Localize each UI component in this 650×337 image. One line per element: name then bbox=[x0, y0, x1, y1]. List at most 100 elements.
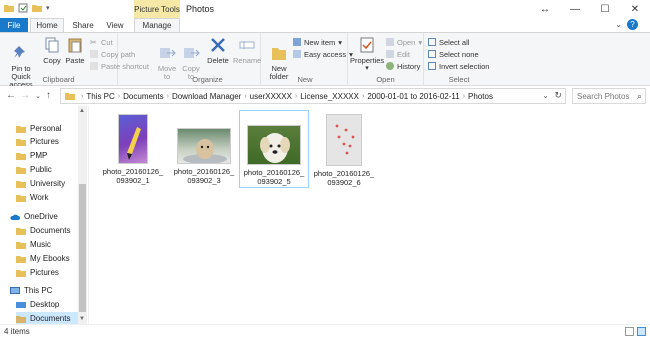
paste-button[interactable]: Paste bbox=[63, 37, 87, 65]
nav-item-onedrive[interactable]: OneDrive bbox=[10, 210, 58, 223]
nav-item-onedrive-music[interactable]: Music bbox=[16, 238, 51, 251]
file-item[interactable]: photo_20160126_ 093902_6 bbox=[309, 110, 379, 188]
nav-item-pmp[interactable]: PMP bbox=[16, 149, 47, 162]
nav-item-personal[interactable]: Personal bbox=[16, 122, 62, 135]
quick-access-toolbar: ▾ bbox=[4, 3, 50, 13]
nav-item-onedrive-pictures[interactable]: Pictures bbox=[16, 266, 59, 279]
breadcrumb-separator[interactable]: › bbox=[463, 93, 465, 100]
nav-item-onedrive-documents[interactable]: Documents bbox=[16, 224, 70, 237]
edit-button[interactable]: Edit bbox=[386, 49, 410, 59]
new-item-button[interactable]: New item ▾ bbox=[293, 37, 342, 47]
paste-shortcut-icon bbox=[90, 62, 98, 70]
file-list: photo_20160126_ 093902_1 photo_20160126_… bbox=[89, 106, 650, 324]
minimize-button[interactable]: — bbox=[560, 0, 590, 18]
help-icon[interactable]: ? bbox=[627, 19, 638, 30]
delete-button[interactable]: Delete bbox=[205, 37, 231, 65]
breadcrumb-separator[interactable]: › bbox=[167, 93, 169, 100]
tab-share[interactable]: Share bbox=[66, 18, 100, 32]
nav-item-desktop[interactable]: Desktop bbox=[16, 298, 59, 311]
folder-icon bbox=[16, 138, 26, 146]
breadcrumb-license[interactable]: License_XXXXX bbox=[300, 92, 359, 101]
scroll-down-icon[interactable]: ▼ bbox=[79, 316, 85, 322]
desktop-icon bbox=[16, 301, 26, 308]
breadcrumb-download-manager[interactable]: Download Manager bbox=[172, 92, 241, 101]
image-thumbnail bbox=[247, 125, 301, 165]
image-thumbnail bbox=[177, 128, 231, 164]
refresh-icon[interactable]: ↻ bbox=[554, 90, 562, 101]
details-view-icon[interactable] bbox=[625, 327, 634, 336]
easy-access-button[interactable]: Easy access ▾ bbox=[293, 49, 353, 59]
folder-icon bbox=[16, 180, 26, 188]
large-icons-view-icon[interactable] bbox=[637, 327, 646, 336]
organize-group-label: Organize bbox=[192, 75, 223, 84]
resize-icon[interactable]: ↔ bbox=[530, 0, 560, 18]
maximize-button[interactable]: ☐ bbox=[590, 0, 620, 18]
invert-selection-button[interactable]: Invert selection bbox=[428, 61, 489, 71]
scroll-up-icon[interactable]: ▲ bbox=[79, 108, 85, 114]
close-button[interactable]: ✕ bbox=[620, 0, 650, 18]
back-arrow-icon[interactable]: ← bbox=[6, 90, 16, 101]
nav-item-pictures[interactable]: Pictures bbox=[16, 135, 59, 148]
history-button[interactable]: History bbox=[386, 61, 420, 71]
new-item-icon bbox=[293, 38, 301, 46]
nav-item-onedrive-my-ebooks[interactable]: My Ebooks bbox=[16, 252, 70, 265]
documents-icon bbox=[16, 315, 26, 323]
nav-item-public[interactable]: Public bbox=[16, 163, 52, 176]
new-folder-icon[interactable] bbox=[32, 3, 42, 13]
tab-home[interactable]: Home bbox=[30, 18, 64, 32]
chevron-down-icon: ▾ bbox=[365, 65, 369, 72]
breadcrumb-documents[interactable]: Documents bbox=[123, 92, 163, 101]
tab-manage[interactable]: Manage bbox=[134, 18, 180, 32]
breadcrumb-separator[interactable]: › bbox=[244, 93, 246, 100]
cut-button[interactable]: ✂ Cut bbox=[90, 37, 113, 48]
paste-shortcut-button[interactable]: Paste shortcut bbox=[90, 61, 149, 71]
breadcrumb-separator[interactable]: › bbox=[118, 93, 120, 100]
select-none-button[interactable]: Select none bbox=[428, 49, 479, 59]
nav-item-university[interactable]: University bbox=[16, 177, 65, 190]
breadcrumb-photos[interactable]: Photos bbox=[468, 92, 493, 101]
breadcrumb-separator[interactable]: › bbox=[295, 93, 297, 100]
dropdown-icon[interactable]: ▾ bbox=[46, 4, 50, 12]
folder-icon bbox=[16, 125, 26, 133]
navigation-scrollbar[interactable]: ▲ ▼ bbox=[78, 106, 87, 324]
paste-icon bbox=[68, 38, 82, 53]
scissors-icon: ✂ bbox=[90, 38, 97, 47]
breadcrumb-this-pc[interactable]: This PC bbox=[86, 92, 114, 101]
properties-icon[interactable] bbox=[18, 3, 28, 13]
recent-locations-icon[interactable]: ⌄ bbox=[35, 92, 41, 100]
search-icon: ⌕ bbox=[636, 91, 642, 101]
rename-button[interactable]: Rename bbox=[233, 37, 261, 65]
forward-arrow-icon[interactable]: → bbox=[20, 90, 30, 101]
chevron-down-icon[interactable]: ⌄ bbox=[542, 91, 549, 100]
chevron-down-icon: ▾ bbox=[338, 37, 343, 47]
search-input[interactable]: Search Photos ⌕ bbox=[572, 88, 646, 104]
tab-view[interactable]: View bbox=[100, 18, 130, 32]
breadcrumb-date-range[interactable]: 2000-01-01 to 2016-02-11 bbox=[367, 92, 459, 101]
nav-item-this-pc[interactable]: This PC bbox=[10, 284, 52, 297]
file-item[interactable]: photo_20160126_ 093902_5 bbox=[239, 110, 309, 188]
select-group: Select all Select none Invert selection … bbox=[424, 33, 494, 86]
select-all-button[interactable]: Select all bbox=[428, 37, 469, 47]
breadcrumb-separator[interactable]: › bbox=[362, 93, 364, 100]
file-item[interactable]: photo_20160126_ 093902_1 bbox=[98, 110, 168, 188]
properties-button[interactable]: Properties ▾ bbox=[350, 37, 384, 73]
file-item[interactable]: photo_20160126_ 093902_3 bbox=[169, 110, 239, 188]
picture-tools-context-tab: Picture Tools bbox=[134, 0, 180, 18]
ribbon: Pin to Quick access Copy Paste ✂ Cut Cop… bbox=[0, 32, 650, 89]
address-path[interactable]: › This PC › Documents › Download Manager… bbox=[60, 88, 566, 104]
easy-access-icon bbox=[293, 50, 301, 58]
chevron-down-icon[interactable]: ⌄ bbox=[615, 20, 622, 29]
tab-file[interactable]: File bbox=[0, 18, 28, 32]
copy-button[interactable]: Copy bbox=[41, 37, 63, 65]
computer-icon bbox=[10, 286, 20, 294]
folder-icon bbox=[16, 255, 26, 263]
copy-path-button[interactable]: Copy path bbox=[90, 49, 135, 59]
delete-icon bbox=[211, 38, 225, 52]
clipboard-group-label: Clipboard bbox=[42, 75, 75, 84]
breadcrumb-user[interactable]: userXXXXX bbox=[250, 92, 292, 101]
up-arrow-icon[interactable]: ↑ bbox=[46, 90, 51, 101]
navigation-pane: Personal Pictures PMP Public University … bbox=[0, 106, 88, 325]
scrollbar-thumb[interactable] bbox=[79, 184, 86, 312]
nav-item-work[interactable]: Work bbox=[16, 191, 49, 204]
open-button[interactable]: Open ▾ bbox=[386, 37, 422, 47]
